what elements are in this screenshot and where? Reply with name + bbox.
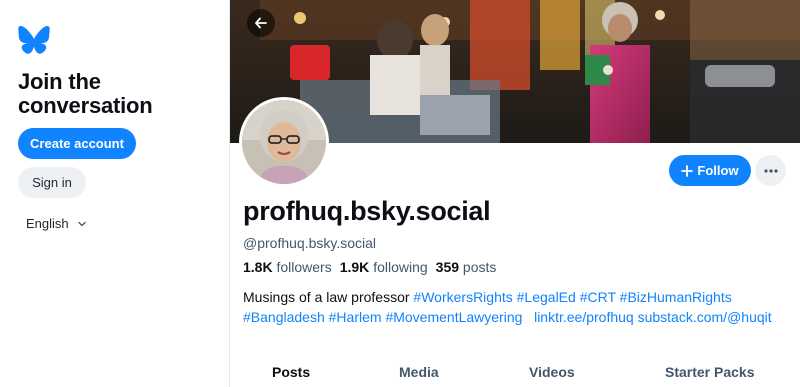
follow-button[interactable]: Follow bbox=[669, 155, 751, 186]
language-label: English bbox=[26, 216, 69, 231]
join-heading-line2: conversation bbox=[18, 93, 153, 118]
tab-videos[interactable]: Videos bbox=[529, 364, 575, 380]
bio-hashtag[interactable]: #WorkersRights bbox=[413, 289, 512, 305]
tab-starter-packs[interactable]: Starter Packs bbox=[665, 364, 755, 380]
bio-link[interactable]: substack.com/@huqit bbox=[638, 309, 772, 325]
bio-hashtag[interactable]: #LegalEd bbox=[517, 289, 576, 305]
bio-hashtag[interactable]: #BizHumanRights bbox=[620, 289, 732, 305]
ellipsis-icon bbox=[763, 168, 778, 173]
bio-text: Musings of a law professor bbox=[243, 289, 410, 305]
arrow-left-icon bbox=[255, 17, 267, 29]
create-account-button[interactable]: Create account bbox=[18, 128, 136, 159]
following-label: following bbox=[373, 259, 428, 275]
avatar[interactable] bbox=[239, 97, 329, 187]
profile-stats: 1.8K followers 1.9K following 359 posts bbox=[243, 259, 504, 275]
display-name: profhuq.bsky.social bbox=[243, 196, 491, 226]
profile-tabs: Posts Media Videos Starter Packs bbox=[230, 358, 800, 387]
avatar-image bbox=[242, 100, 326, 184]
bio-hashtag[interactable]: #Bangladesh bbox=[243, 309, 325, 325]
followers-label: followers bbox=[276, 259, 332, 275]
following-stat[interactable]: 1.9K following bbox=[340, 259, 428, 275]
followers-stat[interactable]: 1.8K followers bbox=[243, 259, 332, 275]
bio-hashtag[interactable]: #CRT bbox=[580, 289, 616, 305]
posts-label: posts bbox=[462, 259, 497, 275]
bio-link[interactable]: linktr.ee/profhuq bbox=[534, 309, 634, 325]
tab-posts[interactable]: Posts bbox=[272, 364, 310, 380]
join-heading-line1: Join the bbox=[18, 69, 101, 94]
plus-icon bbox=[681, 164, 694, 177]
back-button[interactable] bbox=[247, 9, 275, 37]
sign-in-button[interactable]: Sign in bbox=[18, 167, 86, 198]
language-selector[interactable]: English bbox=[26, 216, 87, 231]
butterfly-icon[interactable] bbox=[18, 26, 50, 54]
profile-main: Follow profhuq.bsky.social @profhuq.bsky… bbox=[230, 0, 800, 387]
following-count: 1.9K bbox=[339, 259, 370, 275]
bio-hashtag[interactable]: #MovementLawyering bbox=[385, 309, 522, 325]
profile-bio: Musings of a law professor #WorkersRight… bbox=[243, 287, 793, 327]
sidebar: Join the conversation Create account Sig… bbox=[0, 0, 229, 387]
chevron-down-icon bbox=[77, 221, 86, 226]
more-options-button[interactable] bbox=[755, 155, 786, 186]
bio-hashtag[interactable]: #Harlem bbox=[329, 309, 382, 325]
profile-handle: @profhuq.bsky.social bbox=[243, 235, 377, 251]
join-heading: Join the conversation bbox=[18, 70, 153, 118]
posts-count: 359 bbox=[435, 259, 460, 275]
followers-count: 1.8K bbox=[243, 259, 273, 275]
posts-stat: 359 posts bbox=[436, 259, 497, 275]
follow-label: Follow bbox=[697, 163, 739, 178]
tab-media[interactable]: Media bbox=[399, 364, 439, 380]
